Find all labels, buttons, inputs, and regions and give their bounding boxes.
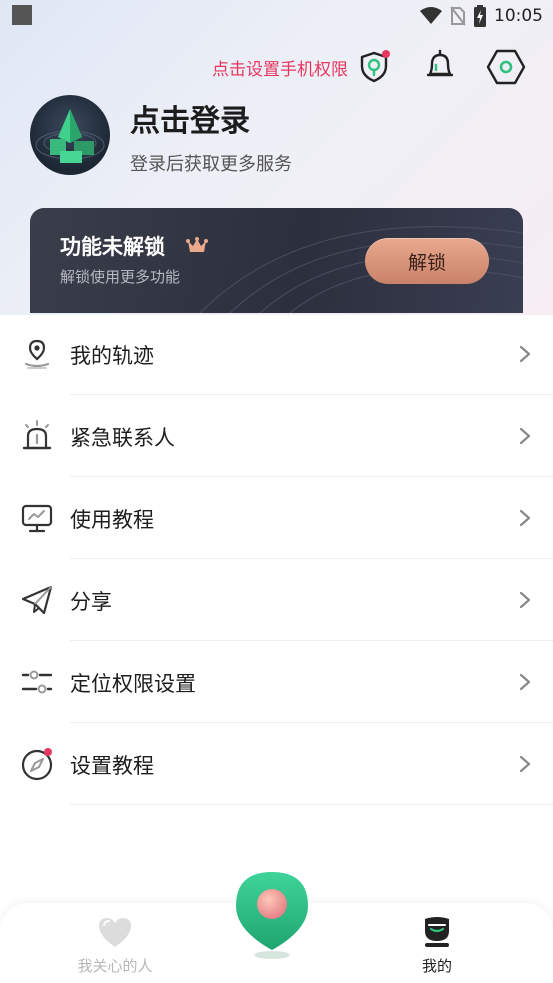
battery-charging-icon bbox=[474, 5, 486, 27]
menu-list: 我的轨迹 紧急联系人 使用教程 分享 定位权限设置 设置教程 bbox=[0, 313, 553, 805]
status-icons: 10:05 bbox=[420, 4, 543, 28]
avatar-building-icon bbox=[35, 109, 105, 163]
wifi-icon bbox=[420, 7, 442, 24]
divider bbox=[70, 804, 553, 805]
heart-icon bbox=[99, 918, 131, 947]
center-location-button[interactable] bbox=[230, 868, 314, 964]
menu-item-label: 使用教程 bbox=[70, 508, 154, 532]
chevron-right-icon bbox=[519, 427, 531, 445]
menu-item-location-permission[interactable]: 定位权限设置 bbox=[0, 641, 553, 723]
chevron-right-icon bbox=[519, 509, 531, 527]
login-subtitle: 登录后获取更多服务 bbox=[130, 154, 292, 175]
settings-hexagon-icon[interactable] bbox=[486, 48, 526, 86]
alarm-light-icon bbox=[22, 420, 52, 450]
bell-icon[interactable] bbox=[422, 48, 458, 84]
unlock-button[interactable]: 解锁 bbox=[365, 238, 489, 284]
compass-icon bbox=[21, 748, 53, 781]
menu-item-label: 分享 bbox=[70, 590, 112, 614]
menu-item-emergency-contact[interactable]: 紧急联系人 bbox=[0, 395, 553, 477]
tab-label: 我的 bbox=[421, 957, 452, 975]
status-bar: 10:05 bbox=[0, 0, 553, 32]
chevron-right-icon bbox=[519, 673, 531, 691]
menu-item-label: 设置教程 bbox=[70, 754, 154, 778]
shield-location-icon[interactable] bbox=[357, 50, 391, 84]
crown-icon bbox=[186, 237, 208, 252]
chevron-right-icon bbox=[519, 755, 531, 773]
chevron-right-icon bbox=[519, 345, 531, 363]
unlock-subtitle: 解锁使用更多功能 bbox=[60, 268, 181, 286]
menu-item-label: 紧急联系人 bbox=[70, 426, 175, 450]
unlock-card: 功能未解锁 解锁使用更多功能 解锁 bbox=[30, 208, 523, 313]
sliders-icon bbox=[21, 670, 53, 694]
location-pin-icon bbox=[24, 339, 50, 369]
tab-label: 我关心的人 bbox=[77, 957, 153, 975]
tab-mine[interactable]: 我的 bbox=[392, 915, 482, 976]
tab-my-care[interactable]: 我关心的人 bbox=[60, 915, 170, 976]
paper-plane-icon bbox=[21, 585, 53, 615]
menu-item-settings-tutorial[interactable]: 设置教程 bbox=[0, 723, 553, 805]
menu-item-label: 定位权限设置 bbox=[70, 672, 196, 696]
menu-item-tutorial[interactable]: 使用教程 bbox=[0, 477, 553, 559]
menu-item-share[interactable]: 分享 bbox=[0, 559, 553, 641]
profile-cup-icon bbox=[425, 917, 449, 947]
menu-item-my-track[interactable]: 我的轨迹 bbox=[0, 313, 553, 395]
avatar[interactable] bbox=[30, 95, 110, 175]
notification-icon bbox=[12, 5, 32, 25]
menu-item-label: 我的轨迹 bbox=[70, 344, 154, 368]
login-title[interactable]: 点击登录 bbox=[130, 96, 250, 140]
no-sim-icon bbox=[450, 6, 466, 26]
permission-settings-link[interactable]: 点击设置手机权限 bbox=[212, 55, 348, 80]
status-time: 10:05 bbox=[494, 6, 543, 26]
chevron-right-icon bbox=[519, 591, 531, 609]
unlock-title: 功能未解锁 bbox=[60, 235, 165, 259]
monitor-chart-icon bbox=[21, 504, 53, 533]
